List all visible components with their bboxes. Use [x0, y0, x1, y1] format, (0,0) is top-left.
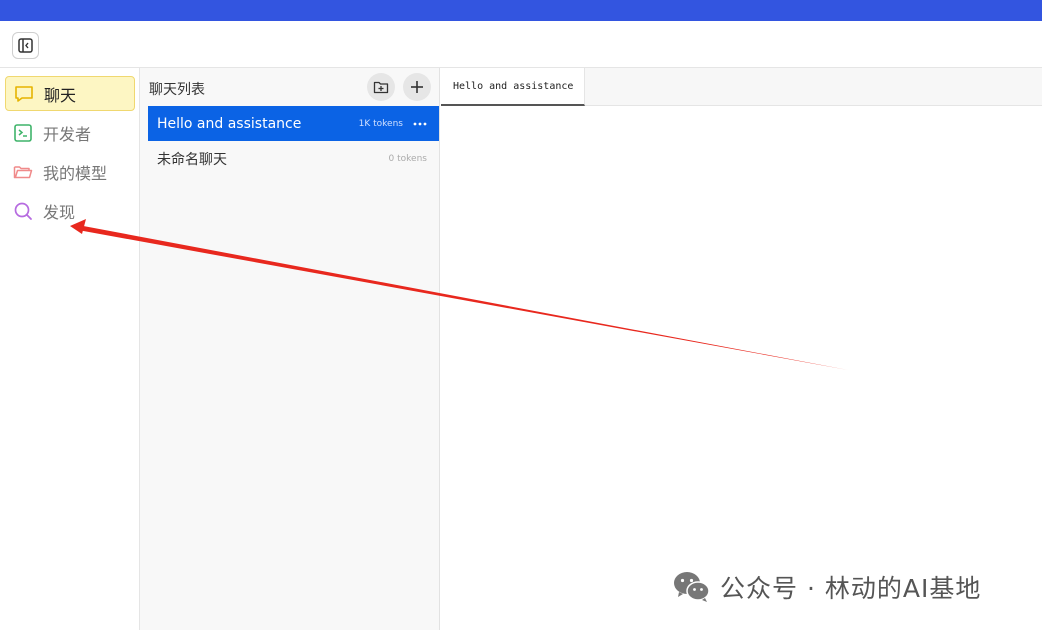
sidebar-item-label: 开发者	[43, 124, 92, 144]
chat-name: Hello and assistance	[157, 115, 302, 132]
sidebar-collapse-icon	[18, 38, 33, 53]
tab-hello-and-assistance[interactable]: Hello and assistance	[441, 68, 585, 106]
plus-icon	[411, 81, 423, 93]
wechat-icon	[674, 572, 710, 602]
sidebar: 聊天 开发者 我的模型 发现	[0, 68, 140, 630]
chat-list-item[interactable]: 未命名聊天 0 tokens	[148, 141, 439, 176]
chat-list-header: 聊天列表	[140, 68, 440, 105]
main-area: Hello and assistance	[441, 68, 1042, 630]
more-options-icon[interactable]	[413, 117, 427, 131]
new-chat-button[interactable]	[403, 73, 431, 101]
new-folder-button[interactable]	[367, 73, 395, 101]
sidebar-item-developer[interactable]: 开发者	[5, 115, 135, 150]
sidebar-item-label: 我的模型	[43, 163, 108, 183]
watermark-text: 公众号 · 林动的AI基地	[720, 574, 982, 603]
toolbar	[0, 21, 1042, 68]
sidebar-item-discover[interactable]: 发现	[5, 193, 135, 228]
chat-list-title: 聊天列表	[149, 82, 205, 98]
chat-token-count: 1K tokens	[358, 118, 403, 129]
chat-bubble-icon	[14, 84, 34, 104]
sidebar-item-my-models[interactable]: 我的模型	[5, 154, 135, 189]
folder-plus-icon	[373, 81, 389, 94]
tab-bar: Hello and assistance	[441, 68, 1042, 106]
chat-list-panel: 聊天列表 Hello and assistance 1K tokens 未命名聊…	[140, 68, 440, 630]
watermark: 公众号 · 林动的AI基地	[672, 568, 981, 606]
sidebar-item-label: 聊天	[44, 85, 77, 105]
tab-label: Hello and assistance	[453, 80, 574, 92]
chat-name: 未命名聊天	[157, 151, 227, 168]
sidebar-item-label: 发现	[43, 202, 76, 222]
top-bar	[0, 0, 1042, 21]
sidebar-item-chat[interactable]: 聊天	[5, 76, 135, 111]
chat-list-item-active[interactable]: Hello and assistance 1K tokens	[148, 106, 439, 141]
folder-icon	[13, 162, 33, 182]
chat-token-count: 0 tokens	[388, 153, 427, 164]
search-icon	[13, 201, 33, 221]
terminal-icon	[13, 123, 33, 143]
collapse-sidebar-button[interactable]	[12, 32, 39, 59]
